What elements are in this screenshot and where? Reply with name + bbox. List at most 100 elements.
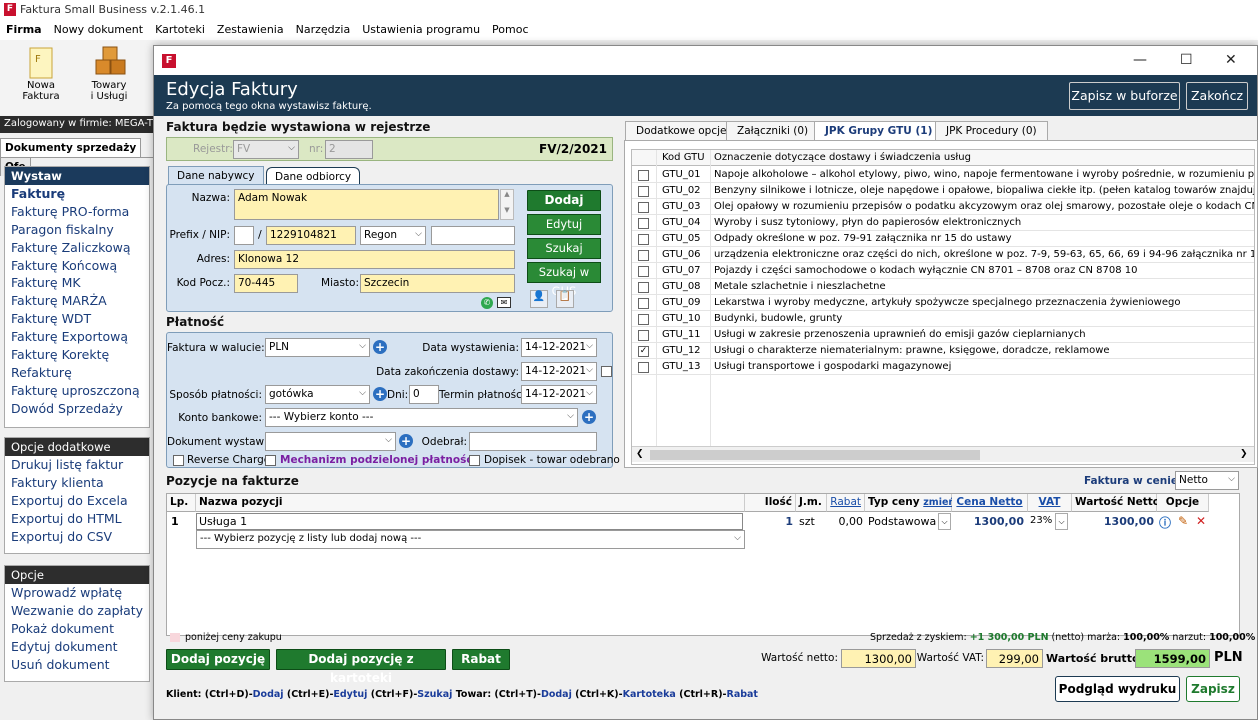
gtu-checkbox[interactable]	[638, 330, 649, 341]
issued-by-select[interactable]: ⌵	[265, 432, 396, 451]
gtu-checkbox[interactable]	[638, 298, 649, 309]
gtu-row[interactable]: GTU_06 urządzenia elektroniczne oraz częś…	[632, 247, 1254, 263]
add-bank-account-icon[interactable]: +	[582, 410, 596, 424]
gtu-row[interactable]: GTU_04 Wyroby i susz tytoniowy, płyn do p…	[632, 215, 1254, 231]
zip-field[interactable]: 70-445	[234, 274, 298, 293]
gtu-checkbox[interactable]	[638, 202, 649, 213]
buyer-edit-button[interactable]: Edytuj	[527, 214, 601, 235]
menu-kartoteki[interactable]: Kartoteki	[149, 20, 211, 40]
col-vat[interactable]: VAT	[1028, 494, 1072, 512]
prefix-field[interactable]	[234, 226, 254, 245]
scroll-right-icon[interactable]: ❯	[1240, 449, 1248, 459]
menu-nowy-dokument[interactable]: Nowy dokument	[48, 20, 149, 40]
delete-icon[interactable]: ✕	[1196, 514, 1206, 528]
menu-item[interactable]: Pokaż dokument	[5, 620, 149, 638]
col-net-price[interactable]: Cena Netto	[952, 494, 1028, 512]
menu-zestawienia[interactable]: Zestawienia	[211, 20, 290, 40]
gtu-row[interactable]: GTU_13 Usługi transportowe i gospodarki m…	[632, 359, 1254, 375]
new-invoice-button[interactable]: F Nowa Faktura	[16, 40, 66, 102]
change-price-type-link[interactable]: zmień	[923, 497, 955, 508]
save-to-buffer-button[interactable]: Zapisz w buforze	[1069, 82, 1180, 110]
delivery-date-checkbox[interactable]	[601, 366, 612, 377]
received-by-field[interactable]	[469, 432, 597, 451]
bank-account-select[interactable]: --- Wybierz konto --- ⌵	[265, 408, 578, 427]
tab-jpk-gtu[interactable]: JPK Grupy GTU (1)	[814, 121, 944, 141]
price-in-select[interactable]: Netto ⌵	[1175, 471, 1239, 490]
gtu-checkbox[interactable]	[638, 234, 649, 245]
menu-item[interactable]: Exportuj do CSV	[5, 528, 149, 546]
buyer-gus-search-button[interactable]: Szukaj w GUS	[527, 262, 601, 298]
phone-icon[interactable]: ✆	[481, 297, 493, 309]
tab-additional-options[interactable]: Dodatkowe opcje	[625, 121, 738, 140]
regon-select[interactable]: Regon ⌵	[360, 226, 426, 245]
close-icon[interactable]: ✕	[1225, 52, 1237, 68]
buyer-add-button[interactable]: Dodaj	[527, 190, 601, 211]
row-name[interactable]: Usługa 1	[196, 513, 743, 530]
person-clipboard-icon[interactable]: 👤	[530, 290, 548, 308]
gtu-row[interactable]: GTU_01 Napoje alkoholowe – alkohol etylow…	[632, 167, 1254, 183]
scroll-thumb[interactable]	[650, 450, 980, 460]
name-scrollbar[interactable]: ▲ ▼	[500, 189, 514, 220]
gtu-row[interactable]: ✓ GTU_12 Usługi o charakterze niematerialn…	[632, 343, 1254, 359]
menu-item[interactable]: Faktury klienta	[5, 474, 149, 492]
registry-select[interactable]: FV ⌵	[233, 140, 299, 159]
gtu-checkbox[interactable]	[638, 250, 649, 261]
gtu-row[interactable]: GTU_08 Metale szlachetnie i nieszlachetne	[632, 279, 1254, 295]
menu-item[interactable]: Fakturę WDT	[5, 310, 149, 328]
gtu-checkbox[interactable]	[638, 282, 649, 293]
add-issuer-icon[interactable]: +	[399, 434, 413, 448]
panel-wystaw-header[interactable]: Wystaw	[5, 167, 149, 185]
tab-attachments[interactable]: Załączniki (0)	[726, 121, 820, 140]
menu-item[interactable]: Exportuj do Excela	[5, 492, 149, 510]
gtu-checkbox[interactable]	[638, 362, 649, 373]
choose-position-select[interactable]: --- Wybierz pozycję z listy lub dodaj no…	[196, 530, 745, 549]
gtu-row[interactable]: GTU_03 Olej opałowy w rozumieniu przepisó…	[632, 199, 1254, 215]
gtu-checkbox[interactable]	[638, 170, 649, 181]
reverse-charge-checkbox[interactable]	[173, 455, 184, 466]
email-icon[interactable]: ✉	[497, 297, 511, 308]
tab-dokumenty-sprzedazy[interactable]: Dokumenty sprzedaży	[0, 138, 142, 157]
print-preview-button[interactable]: Podgląd wydruku	[1055, 676, 1180, 702]
menu-item[interactable]: Fakturę Zaliczkową	[5, 239, 149, 257]
menu-item[interactable]: Wprowadź wpłatę	[5, 584, 149, 602]
menu-pomoc[interactable]: Pomoc	[486, 20, 534, 40]
gtu-horizontal-scrollbar[interactable]: ❮ ❯	[632, 446, 1254, 462]
nr-input[interactable]: 2	[325, 140, 373, 159]
menu-narzedzia[interactable]: Narzędzia	[290, 20, 357, 40]
add-payment-method-icon[interactable]: +	[373, 387, 387, 401]
menu-firma[interactable]: Firma	[0, 20, 48, 40]
row-lp[interactable]: 1	[171, 515, 193, 528]
vat-dropdown-icon[interactable]: ⌵	[1055, 513, 1068, 530]
panel-opcje-header[interactable]: Opcje	[5, 566, 149, 584]
delivery-date-field[interactable]: 14-12-2021 ⌵	[521, 362, 597, 381]
menu-item[interactable]: Fakturę Korektę	[5, 346, 149, 364]
row-discount[interactable]: 0,00	[829, 515, 864, 528]
row-net-price[interactable]: 1300,00	[954, 515, 1024, 528]
gtu-checkbox[interactable]	[638, 314, 649, 325]
gtu-row[interactable]: GTU_02 Benzyny silnikowe i lotnicze, olej…	[632, 183, 1254, 199]
days-field[interactable]: 0	[409, 385, 439, 404]
menu-item[interactable]: Fakturę uproszczoną	[5, 382, 149, 400]
edit-icon[interactable]: ✎	[1178, 514, 1188, 528]
minimize-icon[interactable]: —	[1133, 52, 1147, 68]
gtu-checkbox[interactable]	[638, 186, 649, 197]
menu-item[interactable]: Fakturę PRO-forma	[5, 203, 149, 221]
issue-date-field[interactable]: 14-12-2021 ⌵	[521, 338, 597, 357]
menu-item[interactable]: Edytuj dokument	[5, 638, 149, 656]
gtu-row[interactable]: GTU_10 Budynki, budowle, grunty	[632, 311, 1254, 327]
gtu-checkbox[interactable]	[638, 266, 649, 277]
person-card-icon[interactable]: 📋	[556, 290, 574, 308]
nip-field[interactable]: 1229104821	[266, 226, 356, 245]
menu-item[interactable]: Paragon fiskalny	[5, 221, 149, 239]
buyer-search-button[interactable]: Szukaj	[527, 238, 601, 259]
menu-ustawienia[interactable]: Ustawienia programu	[356, 20, 486, 40]
gtu-row[interactable]: GTU_11 Usługi w zakresie przenoszenia upr…	[632, 327, 1254, 343]
products-services-button[interactable]: Towary i Usługi	[84, 40, 134, 102]
menu-item[interactable]: Fakturę MK	[5, 274, 149, 292]
currency-select[interactable]: PLN ⌵	[265, 338, 370, 357]
row-unit[interactable]: szt	[799, 515, 827, 528]
price-type-dropdown-icon[interactable]: ⌵	[938, 513, 951, 530]
discount-button[interactable]: Rabat	[452, 649, 510, 670]
tab-buyer[interactable]: Dane nabywcy	[168, 166, 264, 185]
gtu-row[interactable]: GTU_07 Pojazdy i części samochodowe o kod…	[632, 263, 1254, 279]
